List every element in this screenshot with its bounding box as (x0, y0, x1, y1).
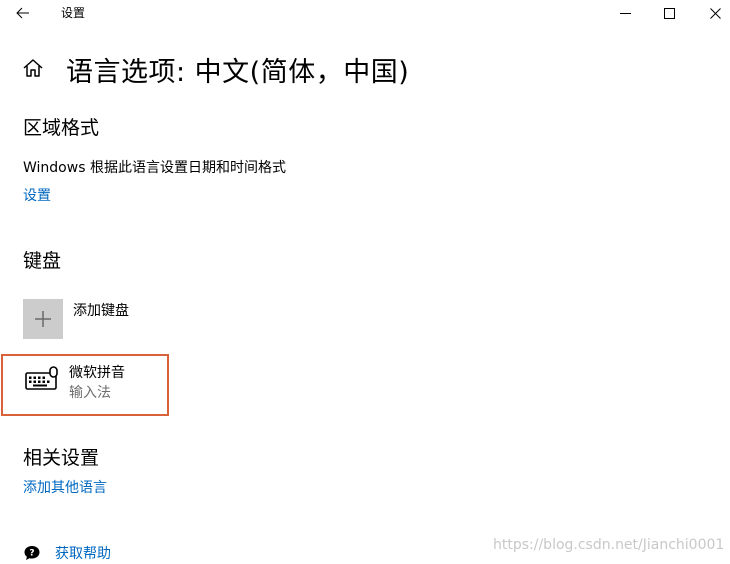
keyboard-item-type: 输入法 (69, 385, 111, 401)
arrow-left-icon (16, 7, 29, 19)
minimize-button[interactable] (602, 0, 648, 26)
watermark: https://blog.csdn.net/Jianchi0001 (493, 537, 725, 553)
title-bar: 设置 (0, 0, 730, 26)
page-title: 语言选项: 中文(简体，中国) (66, 57, 410, 88)
help-chat-icon: ? (24, 546, 40, 560)
keyboard-heading: 键盘 (23, 250, 62, 272)
close-button[interactable] (692, 0, 730, 26)
get-help-label: 获取帮助 (55, 546, 111, 562)
region-settings-link[interactable]: 设置 (23, 185, 51, 205)
settings-window: 设置 语言选项: 中文(简体，中国) 区域格式 Windows 根据此语言设置日… (0, 0, 730, 564)
keyboard-item-name: 微软拼音 (69, 365, 125, 381)
region-format-heading: 区域格式 (23, 117, 100, 139)
home-button[interactable] (22, 57, 44, 79)
related-settings-heading: 相关设置 (23, 447, 100, 469)
keyboard-item-microsoft-pinyin[interactable]: 微软拼音 输入法 (1, 354, 169, 416)
back-button[interactable] (10, 2, 36, 24)
add-keyboard-button[interactable]: 添加键盘 (23, 299, 203, 341)
maximize-button[interactable] (646, 0, 692, 26)
app-title: 设置 (61, 6, 86, 20)
close-icon (709, 7, 721, 19)
add-keyboard-tile (23, 299, 63, 339)
plus-icon (35, 311, 51, 327)
svg-text:?: ? (29, 549, 34, 559)
add-keyboard-label: 添加键盘 (73, 303, 129, 319)
home-icon (23, 59, 43, 77)
keyboard-icon (25, 366, 58, 390)
region-format-description: Windows 根据此语言设置日期和时间格式 (23, 160, 286, 176)
add-language-link[interactable]: 添加其他语言 (23, 477, 107, 497)
minimize-icon (619, 12, 631, 14)
maximize-icon (663, 7, 675, 19)
